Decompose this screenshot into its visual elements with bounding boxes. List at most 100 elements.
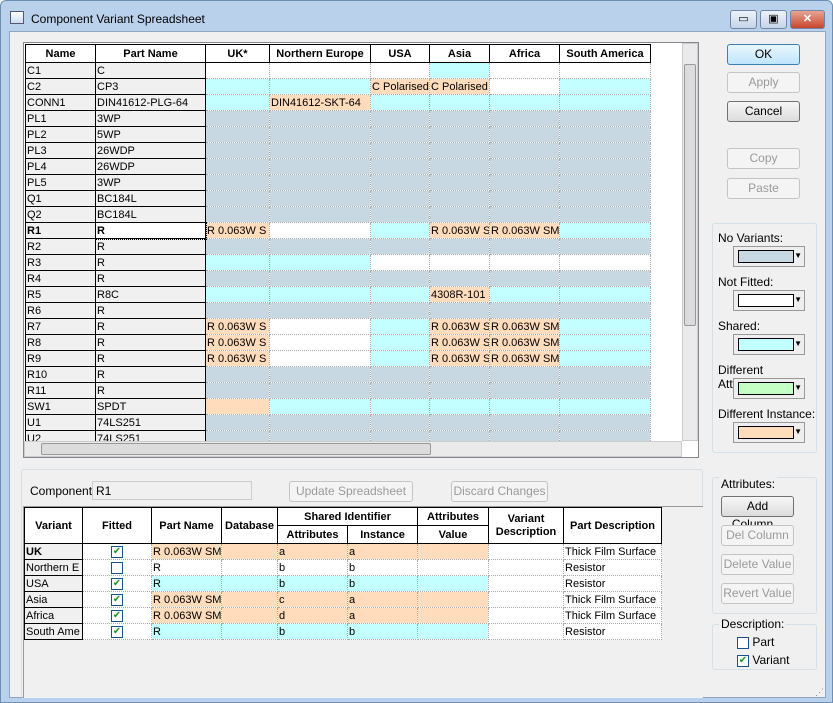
variant-cell[interactable] [205, 238, 270, 255]
column-header[interactable]: USA [370, 44, 430, 63]
update-spreadsheet-button[interactable]: Update Spreadsheet [289, 481, 413, 502]
variant-cell[interactable] [370, 142, 430, 159]
fitted-cell[interactable]: ✔ [82, 575, 152, 592]
variant-cell[interactable] [370, 254, 430, 271]
variant-cell[interactable] [489, 302, 560, 319]
detail-row[interactable]: Asia ✔ R 0.063W SM c a Thick Film Surface [24, 591, 663, 608]
variant-cell[interactable] [370, 366, 430, 383]
detail-row[interactable]: USA ✔ Rb b Resistor [24, 575, 663, 592]
component-name-cell[interactable]: PL5 [25, 174, 96, 191]
variant-name-cell[interactable]: UK [24, 543, 83, 560]
variant-cell[interactable] [269, 318, 371, 335]
variant-cell[interactable] [559, 366, 651, 383]
component-name-cell[interactable]: C2 [25, 78, 96, 95]
table-row[interactable]: R3 R [25, 254, 651, 271]
component-name-cell[interactable]: PL1 [25, 110, 96, 127]
value-cell[interactable] [417, 543, 490, 560]
variant-cell[interactable] [370, 302, 430, 319]
variant-cell[interactable] [269, 238, 371, 255]
table-row[interactable]: CONN1 DIN41612-PLG-64 DIN41612-SKT-64 [25, 94, 651, 111]
part-name-cell[interactable]: R [151, 623, 222, 640]
part-name-cell[interactable]: SPDT [95, 398, 206, 415]
table-row[interactable]: R2 R [25, 238, 651, 255]
part-name-cell[interactable]: R [95, 350, 206, 367]
variant-cell[interactable]: DIN41612-SKT-64 [269, 94, 371, 111]
variant-cell[interactable] [429, 142, 490, 159]
variant-cell[interactable] [269, 174, 371, 191]
value-cell[interactable] [417, 591, 490, 608]
component-name-cell[interactable]: C1 [25, 62, 96, 79]
variant-cell[interactable] [269, 110, 371, 127]
horizontal-scroll-thumb[interactable] [41, 443, 431, 455]
variant-cell[interactable] [489, 142, 560, 159]
variant-cell[interactable] [429, 254, 490, 271]
variant-cell[interactable] [559, 350, 651, 367]
part-name-cell[interactable]: R [95, 270, 206, 287]
variant-cell[interactable]: R 0.063W SM [489, 350, 560, 367]
variant-cell[interactable] [205, 94, 270, 111]
part-name-cell[interactable]: 26WDP [95, 158, 206, 175]
variant-cell[interactable] [205, 254, 270, 271]
detail-row[interactable]: Africa ✔ R 0.063W SM d a Thick Film Surface [24, 607, 663, 624]
variant-cell[interactable]: 4308R-101 [429, 286, 490, 303]
variant-cell[interactable] [559, 222, 651, 239]
variant-cell[interactable] [489, 398, 560, 415]
variant-checkbox[interactable]: ✔ Variant [737, 653, 789, 667]
variant-cell[interactable] [205, 142, 270, 159]
vertical-scrollbar[interactable] [682, 43, 698, 441]
variant-cell[interactable] [429, 382, 490, 399]
variant-cell[interactable] [489, 158, 560, 175]
variant-cell[interactable] [370, 334, 430, 351]
part-description-cell[interactable]: Thick Film Surface [563, 607, 663, 624]
variant-cell[interactable]: R 0.063W S [429, 350, 490, 367]
variant-cell[interactable] [205, 382, 270, 399]
variant-cell[interactable] [429, 414, 490, 431]
part-name-cell[interactable]: 3WP [95, 174, 206, 191]
variant-cell[interactable] [489, 270, 560, 287]
variant-cell[interactable] [269, 350, 371, 367]
variant-name-cell[interactable]: Africa [24, 607, 83, 624]
column-header[interactable]: Africa [489, 44, 560, 63]
variant-cell[interactable]: C Polarised [370, 78, 430, 95]
table-row[interactable]: R6 R [25, 302, 651, 319]
variant-cell[interactable]: R 0.063W SM [489, 334, 560, 351]
fitted-cell[interactable] [82, 559, 152, 576]
part-name-cell[interactable]: CP3 [95, 78, 206, 95]
table-row[interactable]: R4 R [25, 270, 651, 287]
variant-cell[interactable] [269, 270, 371, 287]
variant-cell[interactable] [205, 366, 270, 383]
variant-cell[interactable] [559, 318, 651, 335]
variant-cell[interactable] [370, 414, 430, 431]
variant-cell[interactable] [429, 366, 490, 383]
apply-button[interactable]: Apply [727, 72, 800, 93]
variant-cell[interactable] [370, 110, 430, 127]
variant-cell[interactable] [559, 62, 651, 79]
variant-cell[interactable] [370, 126, 430, 143]
variant-name-cell[interactable]: Asia [24, 591, 83, 608]
fitted-checkbox[interactable]: ✔ [111, 625, 123, 638]
variant-cell[interactable] [370, 238, 430, 255]
add-column-button[interactable]: Add Column... [721, 496, 794, 531]
variant-cell[interactable] [370, 222, 430, 239]
part-name-cell[interactable]: 26WDP [95, 142, 206, 159]
database-cell[interactable] [221, 543, 278, 560]
variant-cell[interactable] [559, 190, 651, 207]
table-row[interactable]: Q1 BC184L [25, 190, 651, 207]
variant-cell[interactable] [269, 62, 371, 79]
component-name-cell[interactable]: R6 [25, 302, 96, 319]
variant-cell[interactable] [205, 286, 270, 303]
fitted-checkbox[interactable]: ✔ [111, 545, 123, 558]
ok-button[interactable]: OK [727, 44, 800, 65]
variant-cell[interactable] [429, 190, 490, 207]
variant-name-cell[interactable]: Northern E [24, 559, 83, 576]
instance-cell[interactable]: a [347, 543, 419, 560]
column-header[interactable]: Name [25, 44, 96, 63]
part-name-cell[interactable]: R [94, 221, 207, 240]
variant-cell[interactable] [429, 126, 490, 143]
variant-spreadsheet[interactable]: Name Part Name UK* Northern Europe USA Asia Af… [25, 44, 651, 447]
table-row[interactable]: R5 R8C 4308R-101 [25, 286, 651, 303]
variant-cell[interactable] [269, 334, 371, 351]
variant-cell[interactable] [489, 414, 560, 431]
variant-cell[interactable] [269, 142, 371, 159]
variant-cell[interactable] [205, 78, 270, 95]
